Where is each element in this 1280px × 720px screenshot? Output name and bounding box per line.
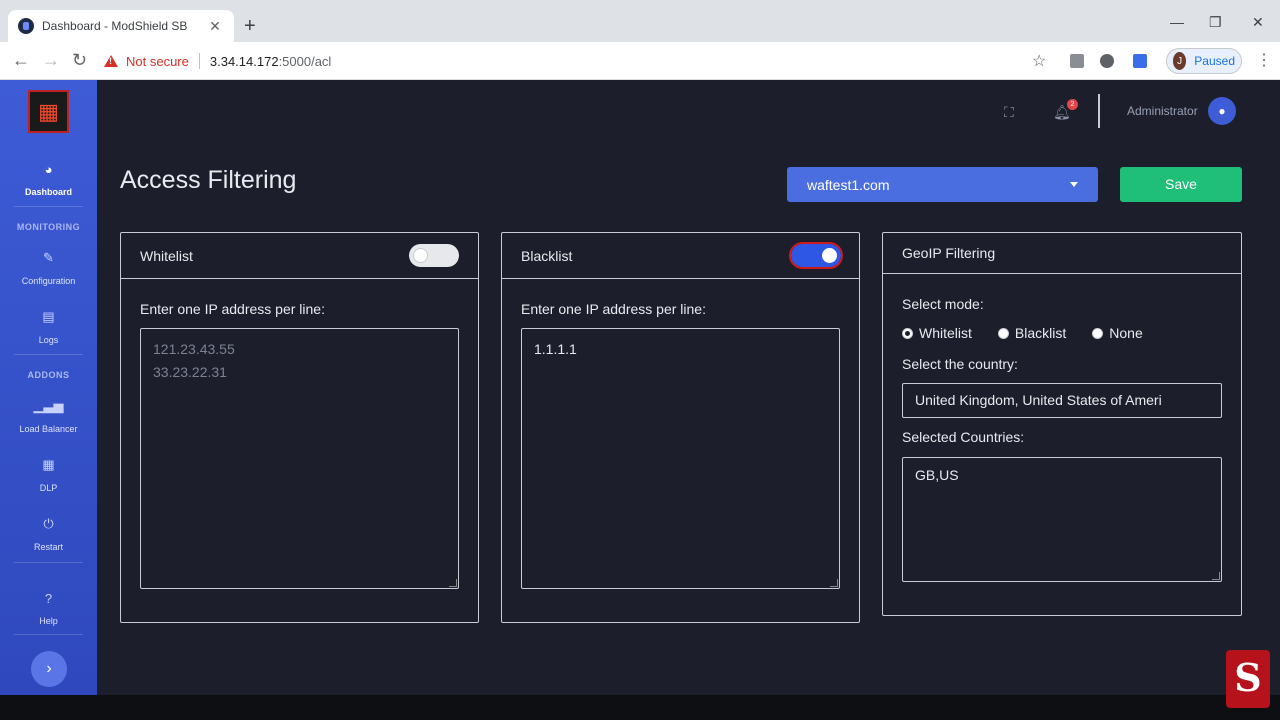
blacklist-instruction: Enter one IP address per line: [521,301,706,317]
site-favicon-icon [18,18,34,34]
chart-icon: ▁▃▅ [33,398,64,413]
save-button[interactable]: Save [1120,167,1242,202]
address-bar[interactable]: Not secure 3.34.14.172:5000/acl [104,47,1060,75]
whitelist-card: Whitelist Enter one IP address per line:… [120,232,479,623]
sidebar-item-dashboard[interactable]: ◕ Dashboard [0,162,97,200]
sidebar-collapse-button[interactable]: › [31,651,67,687]
new-tab-button[interactable]: + [244,16,256,36]
whitelist-title: Whitelist [140,247,193,264]
resize-handle-icon[interactable] [1212,572,1220,580]
user-avatar-icon[interactable]: ● [1208,97,1236,125]
browser-tab-strip: Dashboard - ModShield SB ✕ + — ❐ ✕ [0,0,1280,42]
browser-toolbar: ← → ↻ Not secure 3.34.14.172:5000/acl ☆ [0,42,1280,80]
logs-icon: ▤ [42,309,55,324]
tab-title: Dashboard - ModShield SB [42,19,188,33]
notification-badge: 2 [1067,99,1078,110]
whitelist-card-header: Whitelist [121,233,478,279]
geoip-title: GeoIP Filtering [902,245,996,261]
sidebar-item-logs[interactable]: ▤ Logs [0,309,97,348]
help-icon: ? [44,591,53,606]
section-addons: ADDONS [27,370,70,380]
profile-avatar: J [1173,52,1187,70]
page-title: Access Filtering [120,166,297,194]
forward-arrow-icon[interactable]: → [42,50,60,70]
window-minimize-button[interactable]: — [1170,14,1184,30]
back-arrow-icon[interactable]: ← [12,50,30,70]
radio-unchecked-icon [997,327,1009,339]
wrench-icon: ✎ [43,250,54,265]
geoip-card: GeoIP Filtering Select mode: Whitelist B… [882,232,1242,616]
sidebar-item-dlp[interactable]: ▦ DLP [0,457,97,496]
blacklist-title: Blacklist [521,247,573,264]
dashboard-icon: ◕ [44,162,53,177]
browser-menu-icon[interactable]: ⋮ [1256,50,1272,70]
sidebar-item-restart[interactable]: ⏻ Restart [0,516,97,555]
reload-icon[interactable]: ↻ [72,50,87,70]
blacklist-ip-line: 1.1.1.1 [534,341,577,357]
section-monitoring: MONITORING [16,222,81,232]
url-text[interactable]: 3.34.14.172:5000/acl [210,54,331,69]
whitelist-placeholder-line: 33.23.22.31 [153,364,227,380]
user-name[interactable]: Administrator [1127,104,1198,118]
radio-unchecked-icon [1092,327,1104,339]
country-select-input[interactable]: United Kingdom, United States of Ameri [902,383,1222,418]
power-icon: ⏻ [43,516,54,531]
resize-handle-icon[interactable] [830,579,838,587]
radio-checked-icon [902,327,913,339]
channel-logo-icon: S [1226,650,1270,708]
blacklist-card-header: Blacklist [502,233,859,279]
app-window: ▦ ◕ Dashboard MONITORING ✎ Configuration… [0,80,1280,695]
geoip-mode-group: Whitelist Blacklist None [902,325,1169,341]
window-close-button[interactable]: ✕ [1252,14,1264,31]
warning-icon [104,55,118,67]
geoip-mode-blacklist[interactable]: Blacklist [997,325,1066,341]
blacklist-card: Blacklist Enter one IP address per line:… [501,232,860,623]
firewall-logo-icon[interactable]: ▦ [28,90,69,133]
not-secure-label[interactable]: Not secure [126,54,189,69]
site-select[interactable]: waftest1.com [787,167,1098,202]
extension-pencil-icon[interactable] [1133,54,1147,68]
geoip-card-header: GeoIP Filtering [883,233,1241,274]
profile-button[interactable]: J Paused [1166,48,1242,74]
geoip-mode-none[interactable]: None [1092,325,1143,341]
window-maximize-button[interactable]: ❐ [1209,14,1222,31]
whitelist-instruction: Enter one IP address per line: [140,301,325,317]
grid-icon: ▦ [42,457,55,472]
geoip-mode-label: Select mode: [902,296,984,312]
site-select-value: waftest1.com [807,176,890,193]
fullscreen-icon[interactable]: ⛶ [1004,104,1014,121]
extension-g-icon[interactable] [1070,54,1084,68]
whitelist-toggle[interactable] [409,244,459,267]
sidebar-item-help[interactable]: ? Help [0,591,97,629]
sidebar-item-configuration[interactable]: ✎ Configuration [0,250,97,289]
geoip-mode-whitelist[interactable]: Whitelist [902,325,972,341]
extension-circle-icon[interactable] [1100,54,1114,68]
whitelist-placeholder-line: 121.23.43.55 [153,341,235,357]
sidebar-item-load-balancer[interactable]: ▁▃▅ Load Balancer [0,398,97,437]
caret-down-icon [1070,182,1078,187]
bookmark-star-icon[interactable]: ☆ [1032,51,1046,71]
blacklist-ip-textarea[interactable]: 1.1.1.1 [521,328,840,589]
sidebar: ▦ ◕ Dashboard MONITORING ✎ Configuration… [0,80,97,695]
selected-countries-label: Selected Countries: [902,429,1025,445]
country-label: Select the country: [902,356,1018,372]
profile-status: Paused [1194,54,1235,68]
resize-handle-icon[interactable] [449,579,457,587]
blacklist-toggle[interactable] [789,242,843,269]
tab-close-icon[interactable]: ✕ [206,18,224,35]
browser-tab[interactable]: Dashboard - ModShield SB ✕ [8,10,234,42]
whitelist-ip-textarea[interactable]: 121.23.43.55 33.23.22.31 [140,328,459,589]
selected-countries-value: GB,US [915,467,959,483]
selected-countries-textarea[interactable]: GB,US [902,457,1222,582]
